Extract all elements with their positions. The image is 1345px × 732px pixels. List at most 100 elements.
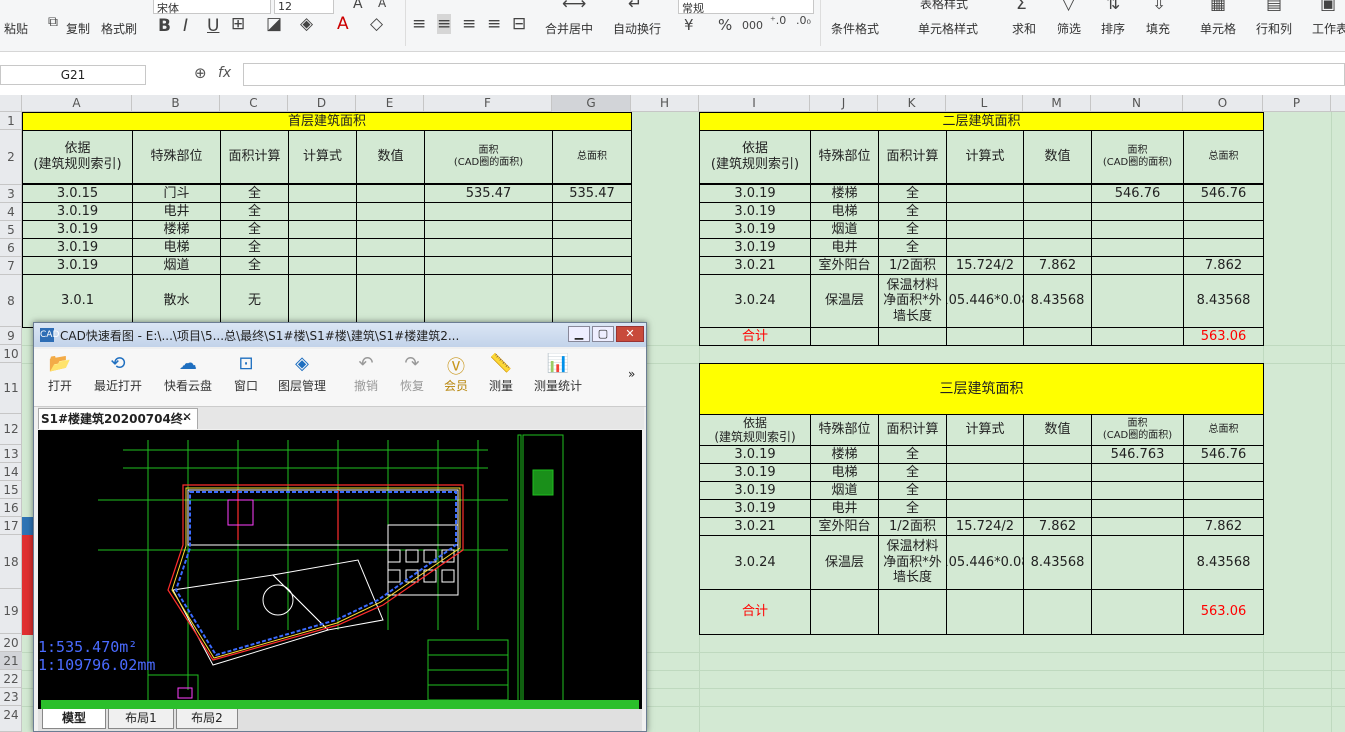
paste-button[interactable]: 粘贴: [4, 20, 28, 37]
row-header[interactable]: 15: [0, 481, 22, 499]
filter-button[interactable]: 筛选: [1057, 20, 1081, 37]
table3-cell[interactable]: [1023, 481, 1092, 500]
table-style-button[interactable]: 表格样式: [920, 0, 968, 12]
table1-header-basis[interactable]: 依据 (建筑规则索引): [22, 130, 133, 184]
table2-cell[interactable]: [878, 327, 947, 346]
column-header-b[interactable]: B: [132, 95, 220, 112]
table1-cell[interactable]: 电梯: [132, 238, 221, 257]
table1-header-formula[interactable]: 计算式: [288, 130, 357, 184]
table2-header-formula[interactable]: 计算式: [946, 130, 1024, 184]
tab-close-icon[interactable]: ✕: [182, 410, 192, 424]
zoom-icon[interactable]: ⊕: [194, 64, 207, 82]
table3-cell[interactable]: [1023, 445, 1092, 464]
table3-cell[interactable]: [946, 445, 1024, 464]
table1-cell[interactable]: [424, 238, 553, 257]
table2-cell[interactable]: [1023, 220, 1092, 239]
table1-header-total[interactable]: 总面积: [552, 130, 632, 184]
column-header-l[interactable]: L: [946, 95, 1023, 112]
table1-cell[interactable]: [356, 256, 425, 275]
table3-cell[interactable]: [946, 463, 1024, 482]
table1-cell[interactable]: 3.0.19: [22, 256, 133, 275]
table1-cell[interactable]: 535.47: [424, 184, 553, 203]
table3-cell[interactable]: 室外阳台: [810, 517, 879, 536]
table2-cell[interactable]: 楼梯: [810, 184, 879, 203]
currency-button[interactable]: ¥: [684, 16, 694, 34]
align-left-icon[interactable]: ≡: [412, 14, 426, 34]
table3-cell[interactable]: 1/2面积: [878, 517, 947, 536]
table2-cell[interactable]: 全: [878, 220, 947, 239]
table3-cell[interactable]: [946, 589, 1024, 635]
table3-cell[interactable]: [1183, 481, 1264, 500]
table2-header-part[interactable]: 特殊部位: [810, 130, 879, 184]
column-header-d[interactable]: D: [288, 95, 356, 112]
table2-cell[interactable]: [1023, 184, 1092, 203]
font-shrink-icon[interactable]: A: [378, 0, 386, 10]
table3-cell[interactable]: [1091, 463, 1184, 482]
table3-cell[interactable]: 保温层: [810, 535, 879, 590]
row-header[interactable]: 12: [0, 414, 22, 445]
column-header-k[interactable]: K: [878, 95, 946, 112]
table3-cell[interactable]: 3.0.19: [699, 481, 811, 500]
table3-header-part[interactable]: 特殊部位: [810, 414, 879, 446]
table3-header-basis[interactable]: 依据 (建筑规则索引): [699, 414, 811, 446]
column-header-m[interactable]: M: [1023, 95, 1091, 112]
column-header-o[interactable]: O: [1183, 95, 1263, 112]
row-header[interactable]: 1: [0, 112, 22, 130]
table3-cell[interactable]: 3.0.24: [699, 535, 811, 590]
table3-header-calc[interactable]: 面积计算: [878, 414, 947, 446]
align-right-icon[interactable]: ≡: [462, 14, 476, 34]
table1-cell[interactable]: [356, 202, 425, 221]
table2-cell[interactable]: 3.0.19: [699, 238, 811, 257]
worksheet-button[interactable]: 工作表: [1312, 20, 1345, 37]
column-header-c[interactable]: C: [220, 95, 288, 112]
italic-button[interactable]: I: [183, 16, 188, 36]
row-header[interactable]: 22: [0, 670, 22, 688]
table2-cell[interactable]: 8.43568: [1183, 274, 1264, 328]
table1-cell[interactable]: [288, 238, 357, 257]
table3-cell[interactable]: 546.763: [1091, 445, 1184, 464]
worksheet-icon[interactable]: ▣: [1320, 0, 1336, 14]
table2-cell[interactable]: 室外阳台: [810, 256, 879, 275]
column-header-e[interactable]: E: [356, 95, 424, 112]
row-header[interactable]: 18: [0, 535, 22, 589]
table2-cell[interactable]: 7.862: [1023, 256, 1092, 275]
row-header[interactable]: 19: [0, 589, 22, 634]
table2-cell[interactable]: [1183, 202, 1264, 221]
table3-cell[interactable]: [1091, 517, 1184, 536]
table1-cell[interactable]: 无: [220, 274, 289, 328]
row-header[interactable]: 17: [0, 517, 22, 535]
table3-cell[interactable]: 3.0.19: [699, 499, 811, 518]
bold-button[interactable]: B: [158, 16, 171, 36]
table1-cell[interactable]: [424, 220, 553, 239]
font-size-select[interactable]: 12: [274, 0, 334, 14]
copy-icon[interactable]: ⧉: [48, 14, 58, 30]
table3-cell[interactable]: [878, 589, 947, 635]
table1-cell[interactable]: [552, 202, 632, 221]
column-header-i[interactable]: I: [699, 95, 810, 112]
table2-header-basis[interactable]: 依据 (建筑规则索引): [699, 130, 811, 184]
table1-cell[interactable]: 全: [220, 256, 289, 275]
row-header[interactable]: 13: [0, 445, 22, 463]
row-header[interactable]: 5: [0, 221, 22, 239]
table3-total-label[interactable]: 合计: [699, 589, 811, 635]
table1-cell[interactable]: 3.0.1: [22, 274, 133, 328]
table1-cell[interactable]: 烟道: [132, 256, 221, 275]
window-button[interactable]: ⊡ 窗口: [234, 353, 258, 394]
table2-cell[interactable]: 105.446*0.08: [946, 274, 1024, 328]
table2-cell[interactable]: [1023, 327, 1092, 346]
table3-cell[interactable]: 546.76: [1183, 445, 1264, 464]
table1-header-calc[interactable]: 面积计算: [220, 130, 289, 184]
table2-total-value[interactable]: 563.06: [1183, 327, 1264, 346]
conditional-format-button[interactable]: 条件格式: [831, 20, 879, 37]
table1-cell[interactable]: 全: [220, 220, 289, 239]
table3-cell[interactable]: [1091, 481, 1184, 500]
table2-cell[interactable]: 7.862: [1183, 256, 1264, 275]
font-grow-icon[interactable]: A: [353, 0, 363, 12]
table2-cell[interactable]: [946, 202, 1024, 221]
row-header[interactable]: 24: [0, 706, 22, 732]
percent-button[interactable]: %: [718, 16, 732, 34]
row-col-button[interactable]: 行和列: [1256, 20, 1292, 37]
table3-cell[interactable]: 烟道: [810, 481, 879, 500]
rowcol-icon[interactable]: ▤: [1266, 0, 1282, 14]
table1-cell[interactable]: 3.0.19: [22, 220, 133, 239]
